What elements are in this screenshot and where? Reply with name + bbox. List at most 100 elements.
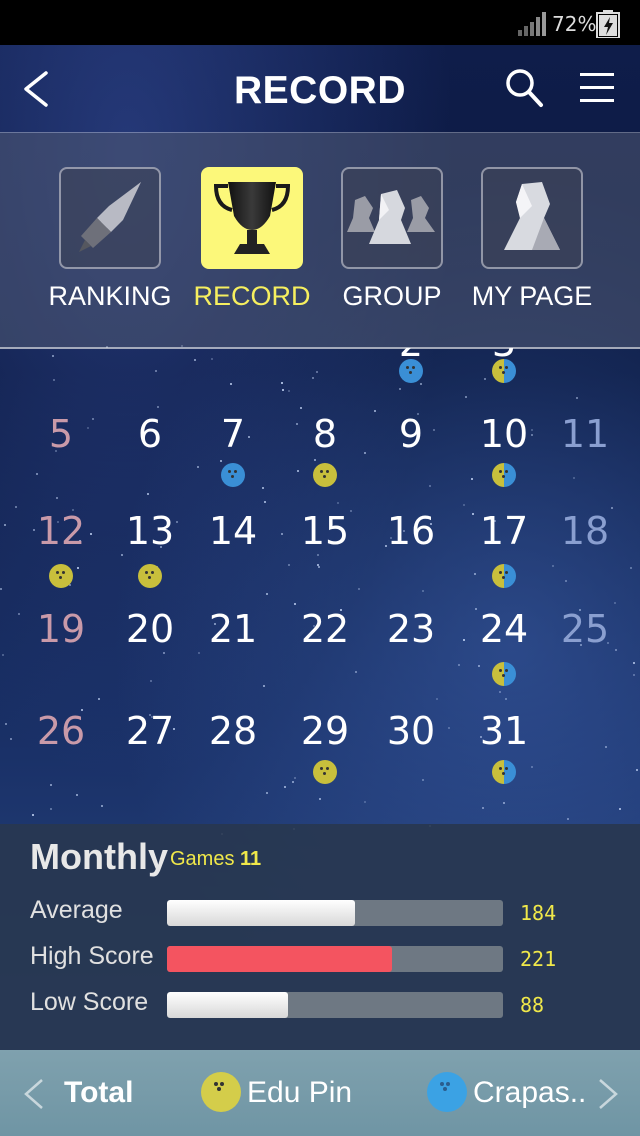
calendar-day[interactable]: 13 <box>105 512 195 550</box>
ball-hole <box>323 475 326 478</box>
games-count: Games 11 <box>170 848 261 871</box>
average-bar-fill <box>167 900 356 926</box>
record-tile <box>201 167 303 269</box>
high-score-label: High Score <box>30 942 154 970</box>
ball-hole <box>409 371 412 374</box>
person-icon <box>504 182 560 250</box>
filter-edu-pin[interactable]: Edu Pin <box>247 1076 352 1110</box>
low-score-label: Low Score <box>30 988 149 1016</box>
calendar-day[interactable]: 10 <box>459 415 549 453</box>
nav-label: GROUP <box>342 281 442 311</box>
calendar-day[interactable]: 12 <box>16 512 106 550</box>
group-tile <box>341 167 443 269</box>
calendar-day[interactable]: 31 <box>459 712 549 750</box>
game-marker <box>492 564 516 588</box>
calendar-grid: 2356789101112131415161718192021222324252… <box>0 348 640 824</box>
game-marker <box>492 463 516 487</box>
calendar-day[interactable]: 17 <box>459 512 549 550</box>
ball-hole <box>502 371 505 374</box>
ball-hole <box>326 767 329 770</box>
ball-hole <box>228 470 231 473</box>
game-marker <box>492 662 516 686</box>
ball-hole <box>499 571 502 574</box>
game-marker <box>221 463 245 487</box>
calendar-day[interactable]: 27 <box>105 712 195 750</box>
calendar-day[interactable]: 25 <box>540 610 630 648</box>
ball-hole <box>499 470 502 473</box>
chevron-right-icon[interactable] <box>594 1076 622 1112</box>
search-icon[interactable] <box>504 67 544 109</box>
filter-bar: Total Edu Pin Crapas.. <box>0 1050 640 1136</box>
ball-hole <box>502 475 505 478</box>
calendar-day[interactable]: 28 <box>188 712 278 750</box>
average-value: 184 <box>520 901 557 925</box>
calendar-day[interactable]: 29 <box>280 712 370 750</box>
status-bar: 72% <box>0 0 640 45</box>
calendar-day[interactable]: 20 <box>105 610 195 648</box>
game-marker <box>49 564 73 588</box>
game-marker <box>138 564 162 588</box>
ball-hole <box>505 767 508 770</box>
game-marker <box>492 760 516 784</box>
calendar-day[interactable]: 16 <box>366 512 456 550</box>
ball-hole <box>412 366 415 369</box>
calendar-day[interactable]: 19 <box>16 610 106 648</box>
battery-percentage: 72% <box>552 12 597 36</box>
game-marker <box>313 463 337 487</box>
game-marker <box>313 760 337 784</box>
nav-record[interactable]: RECORD <box>187 167 317 312</box>
bowling-ball-icon <box>214 1082 224 1091</box>
ball-hole <box>502 772 505 775</box>
calendar-day[interactable]: 21 <box>188 610 278 648</box>
games-count-value: 11 <box>240 848 262 870</box>
high-score-bar <box>167 946 503 972</box>
category-nav: RANKING RECORD GROUP MY PAGE <box>0 133 640 349</box>
nav-ranking[interactable]: RANKING <box>45 167 175 312</box>
calendar-day[interactable]: 26 <box>16 712 106 750</box>
ball-hole <box>505 470 508 473</box>
calendar-day[interactable]: 18 <box>540 512 630 550</box>
calendar-day[interactable]: 30 <box>366 712 456 750</box>
calendar-day[interactable]: 22 <box>280 610 370 648</box>
calendar-day[interactable]: 8 <box>280 415 370 453</box>
crapas-dot <box>427 1072 467 1112</box>
nav-label: RANKING <box>48 281 172 311</box>
nav-group[interactable]: GROUP <box>327 167 457 312</box>
bowling-ball-icon <box>440 1082 450 1091</box>
game-marker <box>492 359 516 383</box>
my-page-tile <box>481 167 583 269</box>
ranking-tile <box>59 167 161 269</box>
ball-hole <box>499 767 502 770</box>
calendar-day[interactable]: 24 <box>459 610 549 648</box>
calendar-day[interactable]: 7 <box>188 415 278 453</box>
calendar-day[interactable]: 9 <box>366 415 456 453</box>
nav-my-page[interactable]: MY PAGE <box>467 167 597 312</box>
calendar-day[interactable]: 15 <box>280 512 370 550</box>
calendar-day[interactable]: 11 <box>540 415 630 453</box>
calendar-day[interactable]: 14 <box>188 512 278 550</box>
ball-hole <box>326 470 329 473</box>
ball-hole <box>502 674 505 677</box>
low-score-bar <box>167 992 503 1018</box>
trophy-icon <box>213 182 291 254</box>
filter-crapas[interactable]: Crapas.. <box>473 1076 586 1110</box>
ball-hole <box>505 571 508 574</box>
chevron-left-icon[interactable] <box>20 1076 48 1112</box>
hamburger-menu-icon[interactable] <box>578 69 618 107</box>
nav-label: RECORD <box>193 281 311 311</box>
calendar-day[interactable]: 23 <box>366 610 456 648</box>
calendar-day[interactable]: 5 <box>16 415 106 453</box>
group-icon <box>347 190 435 244</box>
filter-total[interactable]: Total <box>64 1076 133 1110</box>
page-title: RECORD <box>233 69 406 112</box>
battery-charging-icon <box>596 10 620 38</box>
ball-hole <box>151 571 154 574</box>
ball-hole <box>148 576 151 579</box>
ball-hole <box>145 571 148 574</box>
calendar-day[interactable]: 6 <box>105 415 195 453</box>
ball-hole <box>59 576 62 579</box>
high-score-value: 221 <box>520 947 557 971</box>
ball-hole <box>406 366 409 369</box>
ball-hole <box>499 366 502 369</box>
low-score-bar-fill <box>167 992 288 1018</box>
